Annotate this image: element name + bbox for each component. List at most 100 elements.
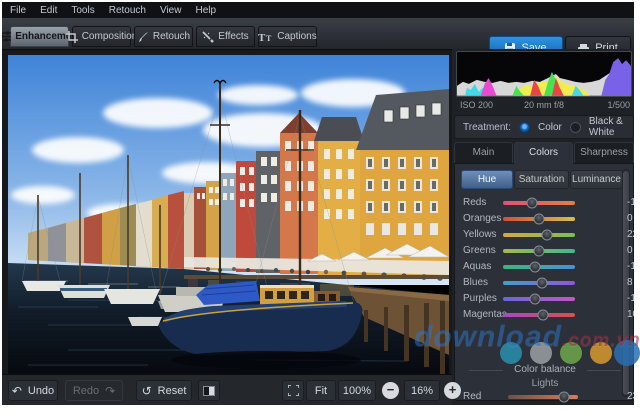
redo-button[interactable]: Redo ↷ xyxy=(65,380,123,401)
slider-track[interactable] xyxy=(503,217,575,221)
slider-track[interactable] xyxy=(503,265,575,269)
black-white-radio[interactable] xyxy=(570,122,581,133)
tab-luminance[interactable]: Luminance xyxy=(570,170,623,189)
slider-row-aquas: Aquas-12 xyxy=(455,260,623,274)
tool-tab-retouch[interactable]: Retouch xyxy=(134,26,193,47)
color-radio[interactable] xyxy=(519,122,530,133)
reset-label: Reset xyxy=(158,385,187,397)
slider-thumb[interactable] xyxy=(527,198,538,209)
slider-label: Aquas xyxy=(463,261,491,272)
slider-thumb[interactable] xyxy=(536,278,547,289)
tool-tab-label: Retouch xyxy=(153,31,190,42)
menu-retouch[interactable]: Retouch xyxy=(109,5,146,16)
slider-value: 232 xyxy=(627,391,634,402)
slider-thumb[interactable] xyxy=(559,392,570,403)
zoom-level-display[interactable]: 16% xyxy=(404,380,440,401)
slider-label: Blues xyxy=(463,277,488,288)
slider-thumb[interactable] xyxy=(537,310,548,321)
slider-label: Magentas xyxy=(463,309,507,320)
slider-value: -12 xyxy=(627,261,634,272)
tool-tab-label: Captions xyxy=(277,31,316,42)
svg-text:T: T xyxy=(258,32,266,42)
slider-track[interactable] xyxy=(503,297,575,301)
slider-value: 10 xyxy=(627,309,634,320)
reset-button[interactable]: ↺ Reset xyxy=(136,380,192,401)
menu-edit[interactable]: Edit xyxy=(40,5,57,16)
tool-tab-captions[interactable]: TT Captions xyxy=(258,26,317,47)
slider-label: Purples xyxy=(463,293,497,304)
slider-label: Oranges xyxy=(463,213,501,224)
slider-label: Reds xyxy=(463,197,486,208)
slider-label: Red xyxy=(463,391,481,402)
zoom-in-button[interactable]: + xyxy=(444,382,461,399)
slider-thumb[interactable] xyxy=(541,230,552,241)
tool-tab-label: Composition xyxy=(82,31,138,42)
menu-help[interactable]: Help xyxy=(195,5,216,16)
compare-icon xyxy=(203,386,215,396)
text-icon: TT xyxy=(258,31,273,42)
menu-tools[interactable]: Tools xyxy=(71,5,94,16)
treatment-label: Treatment: xyxy=(463,122,511,133)
slider-value: 22 xyxy=(627,229,634,240)
color-balance-title: Color balance xyxy=(455,364,634,375)
shutter-value: 1/500 xyxy=(607,100,630,110)
slider-row-oranges: Oranges0 xyxy=(455,212,623,226)
black-white-radio-label[interactable]: Black & White xyxy=(589,116,633,138)
tool-tab-enhancement[interactable]: Enhancement xyxy=(10,26,69,47)
photo-editor-window: File Edit Tools Retouch View Help Enhancement… xyxy=(2,2,634,405)
menu-view[interactable]: View xyxy=(160,5,182,16)
brush-icon xyxy=(137,31,149,43)
slider-track[interactable] xyxy=(503,249,575,253)
zoom-100-button[interactable]: 100% xyxy=(338,380,376,401)
undo-button[interactable]: ↶ Undo xyxy=(8,380,58,401)
compare-view-button[interactable] xyxy=(198,380,220,401)
slider-track[interactable] xyxy=(503,313,575,317)
zoom-out-button[interactable]: − xyxy=(382,382,399,399)
tab-hue[interactable]: Hue xyxy=(461,170,513,189)
slider-row-greens: Greens0 xyxy=(455,244,623,258)
fit-screen-icon xyxy=(288,385,299,396)
undo-label: Undo xyxy=(28,385,54,397)
photo-scene-svg xyxy=(8,55,449,374)
exif-row: ISO 200 20 mm f/8 1/500 xyxy=(456,99,632,111)
tool-tab-composition[interactable]: Composition xyxy=(72,26,131,47)
slider-value: -12 xyxy=(627,293,634,304)
slider-row-yellows: Yellows22 xyxy=(455,228,623,242)
slider-value: 0 xyxy=(627,245,634,256)
treatment-row: Treatment: Color Black & White xyxy=(454,115,634,139)
slider-thumb[interactable] xyxy=(529,294,540,305)
zoom-100-label: 100% xyxy=(343,385,371,397)
tab-sharpness[interactable]: Sharpness xyxy=(574,142,634,163)
histogram-panel xyxy=(456,51,632,97)
slider-track[interactable] xyxy=(503,233,575,237)
settings-panel: ISO 200 20 mm f/8 1/500 Treatment: Color… xyxy=(452,49,634,405)
fit-screen-button[interactable] xyxy=(282,380,304,401)
slider-track[interactable] xyxy=(503,201,575,205)
slider-thumb[interactable] xyxy=(534,214,545,225)
slider-thumb[interactable] xyxy=(529,262,540,273)
fit-button[interactable]: Fit xyxy=(306,380,336,401)
crop-icon xyxy=(66,31,78,43)
redo-icon: ↷ xyxy=(105,385,115,397)
tab-colors[interactable]: Colors xyxy=(514,142,573,164)
slider-value: 0 xyxy=(627,213,634,224)
photo-preview[interactable] xyxy=(8,55,449,374)
tab-saturation[interactable]: Saturation xyxy=(514,170,569,189)
svg-text:T: T xyxy=(266,34,272,42)
lens-value: 20 mm f/8 xyxy=(456,100,632,110)
redo-label: Redo xyxy=(73,385,99,397)
color-radio-label[interactable]: Color xyxy=(538,122,562,133)
tool-tab-label: Effects xyxy=(218,31,248,42)
menu-bar: File Edit Tools Retouch View Help xyxy=(2,2,634,18)
slider-track[interactable] xyxy=(503,281,575,285)
slider-thumb[interactable] xyxy=(534,246,545,257)
menu-file[interactable]: File xyxy=(10,5,26,16)
main-toolbar: EnhancementCompositionRetouchEffectsTTCa… xyxy=(2,18,634,50)
slider-row-red: Red232 xyxy=(455,390,623,404)
tool-tab-effects[interactable]: Effects xyxy=(196,26,255,47)
slider-row-blues: Blues8 xyxy=(455,276,623,290)
slider-track[interactable] xyxy=(508,395,578,399)
lights-label: Lights xyxy=(455,378,634,389)
tab-main[interactable]: Main xyxy=(454,142,513,163)
zoom-level-label: 16% xyxy=(411,385,433,397)
